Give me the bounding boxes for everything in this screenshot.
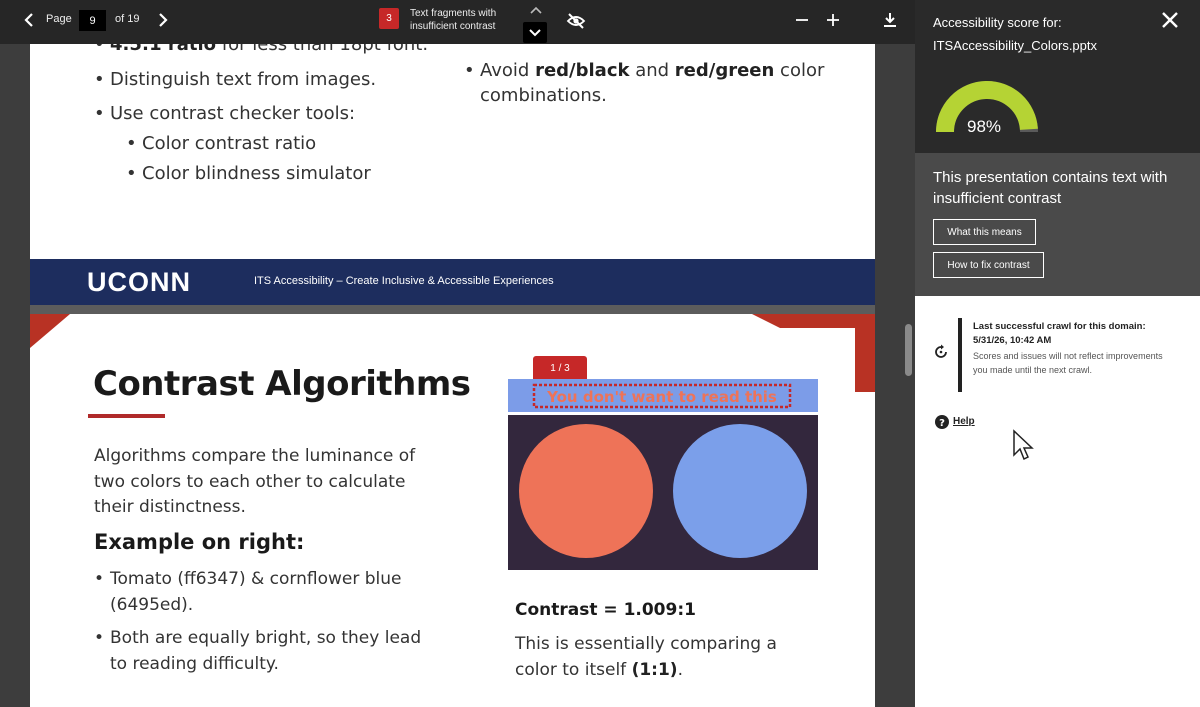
help-icon: ?	[935, 415, 949, 429]
paragraph-line: color to itself (1:1).	[515, 658, 777, 684]
sub-bullet-item: • Color blindness simulator	[126, 163, 371, 184]
issue-description-line: insufficient contrast	[410, 21, 496, 32]
contrast-example-image: You don't want to read this	[508, 379, 818, 570]
issue-tag[interactable]: 1 / 3	[533, 356, 587, 380]
help-link[interactable]: Help	[953, 416, 975, 427]
bullet-text: and	[629, 60, 675, 81]
plus-icon	[827, 14, 839, 26]
paragraph-text: .	[677, 659, 683, 680]
scrollbar-thumb[interactable]	[905, 324, 912, 376]
bullet-item: • Tomato (ff6347) & cornflower blue (6495…	[94, 567, 401, 618]
bullet-bold-text: 4.5:1 ratio	[110, 44, 217, 55]
low-contrast-banner-text: You don't want to read this	[546, 388, 777, 406]
bullet-bold-text: red/green	[674, 60, 775, 81]
page-count: of 19	[115, 13, 140, 25]
issue-count-badge: 3	[379, 8, 399, 29]
page-number-input[interactable]	[79, 10, 106, 31]
previous-page-button[interactable]	[20, 11, 38, 29]
document-viewer: • 4.5:1 ratio for less than 18pt font. • D…	[0, 44, 915, 707]
example-heading: Example on right:	[94, 530, 305, 554]
bullet-text: Distinguish text from images.	[110, 69, 377, 90]
paragraph: This is essentially comparing a color to…	[515, 632, 777, 683]
bullet-text: color	[774, 60, 825, 81]
bullet-text: (6495ed).	[110, 594, 194, 615]
previous-issue-button[interactable]	[524, 0, 548, 20]
accessibility-panel: Accessibility score for: ITSAccessibilit…	[915, 0, 1200, 707]
contrast-heading: Contrast = 1.009:1	[515, 600, 696, 620]
bullet-text: Both are equally bright, so they lead	[110, 628, 422, 648]
paragraph-text: color to itself	[515, 659, 632, 680]
uconn-logo: UCONN	[87, 267, 191, 297]
slide-title: Contrast Algorithms	[93, 364, 471, 404]
title-underline	[88, 414, 165, 418]
bullet-item: • Avoid red/black and red/green color	[464, 60, 825, 81]
svg-text:?: ?	[939, 418, 945, 429]
zoom-in-button[interactable]	[823, 10, 843, 30]
issue-summary: This presentation contains text with ins…	[915, 153, 1200, 296]
paragraph-line: This is essentially comparing a	[515, 634, 777, 654]
bullet-bold-text: red/black	[535, 60, 630, 81]
download-button[interactable]	[880, 10, 900, 30]
bullet-text: Use contrast checker tools:	[110, 103, 356, 124]
bullet-continuation: combinations.	[480, 85, 607, 106]
crawl-info-bar	[958, 318, 962, 392]
chevron-right-icon	[159, 13, 168, 27]
bullet-text: to reading difficulty.	[110, 653, 279, 674]
chevron-up-icon	[530, 6, 542, 14]
paragraph-bold: (1:1)	[631, 659, 678, 680]
next-issue-button[interactable]	[523, 22, 547, 43]
paragraph-line: two colors to each other to calculate	[94, 471, 406, 492]
mouse-pointer-icon	[1013, 429, 1034, 461]
issue-message: This presentation contains text with ins…	[933, 169, 1168, 207]
how-to-fix-button[interactable]: How to fix contrast	[933, 252, 1044, 278]
footer-text: ITS Accessibility – Create Inclusive & A…	[254, 275, 554, 287]
panel-header: Accessibility score for: ITSAccessibilit…	[915, 0, 1200, 153]
chevron-left-icon	[24, 13, 33, 27]
cornflower-circle	[673, 424, 807, 558]
paragraph-line: their distinctness.	[94, 497, 246, 517]
refresh-icon	[935, 344, 947, 358]
crawl-date: 5/31/26, 10:42 AM	[973, 335, 1052, 346]
chevron-down-icon	[529, 28, 541, 36]
next-page-button[interactable]	[154, 11, 172, 29]
sub-bullet-item: • Color contrast ratio	[126, 133, 317, 154]
bullet-item: • Use contrast checker tools:	[94, 103, 356, 124]
panel-title: Accessibility score for:	[933, 15, 1062, 30]
crawl-heading: Last successful crawl for this domain: 5…	[973, 320, 1183, 348]
bullet-text: Tomato (ff6347) & cornflower blue	[110, 569, 402, 589]
bullet-item: • Both are equally bright, so they lead t…	[94, 626, 421, 677]
close-icon	[1162, 12, 1178, 28]
tomato-circle	[519, 424, 653, 558]
what-this-means-button[interactable]: What this means	[933, 219, 1036, 245]
file-name: ITSAccessibility_Colors.pptx	[933, 38, 1097, 53]
paragraph: Algorithms compare the luminance of two …	[94, 444, 415, 521]
score-value: 98%	[967, 117, 1002, 136]
bullet-text: for less than 18pt font.	[216, 44, 429, 55]
paragraph-line: Algorithms compare the luminance of	[94, 446, 416, 466]
issue-description-line: Text fragments with	[410, 8, 497, 19]
crawl-note: Scores and issues will not reflect impro…	[973, 351, 1163, 375]
document-toolbar: Page of 19 3 Text fragments with insuffi…	[0, 0, 915, 44]
slide-current: Contrast Algorithms Algorithms compare t…	[30, 314, 875, 707]
issue-description: Text fragments with insufficient contras…	[410, 7, 520, 33]
bullet-item: • Distinguish text from images.	[94, 69, 377, 90]
page-label: Page	[46, 13, 72, 25]
slide-footer-banner: UCONN ITS Accessibility – Create Inclusi…	[30, 259, 875, 305]
crawl-heading-text: Last successful crawl for this domain:	[973, 321, 1146, 332]
bullet-text: Color blindness simulator	[142, 163, 371, 184]
minus-icon	[796, 19, 808, 21]
close-button[interactable]	[1159, 9, 1181, 31]
eye-off-icon	[566, 13, 586, 29]
bullet-text: Color contrast ratio	[142, 133, 317, 154]
bullet-item: • 4.5:1 ratio for less than 18pt font.	[94, 44, 428, 57]
zoom-out-button[interactable]	[792, 10, 812, 30]
download-icon	[884, 13, 896, 27]
bullet-text: Avoid	[480, 60, 536, 81]
hide-highlights-button[interactable]	[565, 10, 587, 32]
slide-separator	[30, 305, 875, 314]
